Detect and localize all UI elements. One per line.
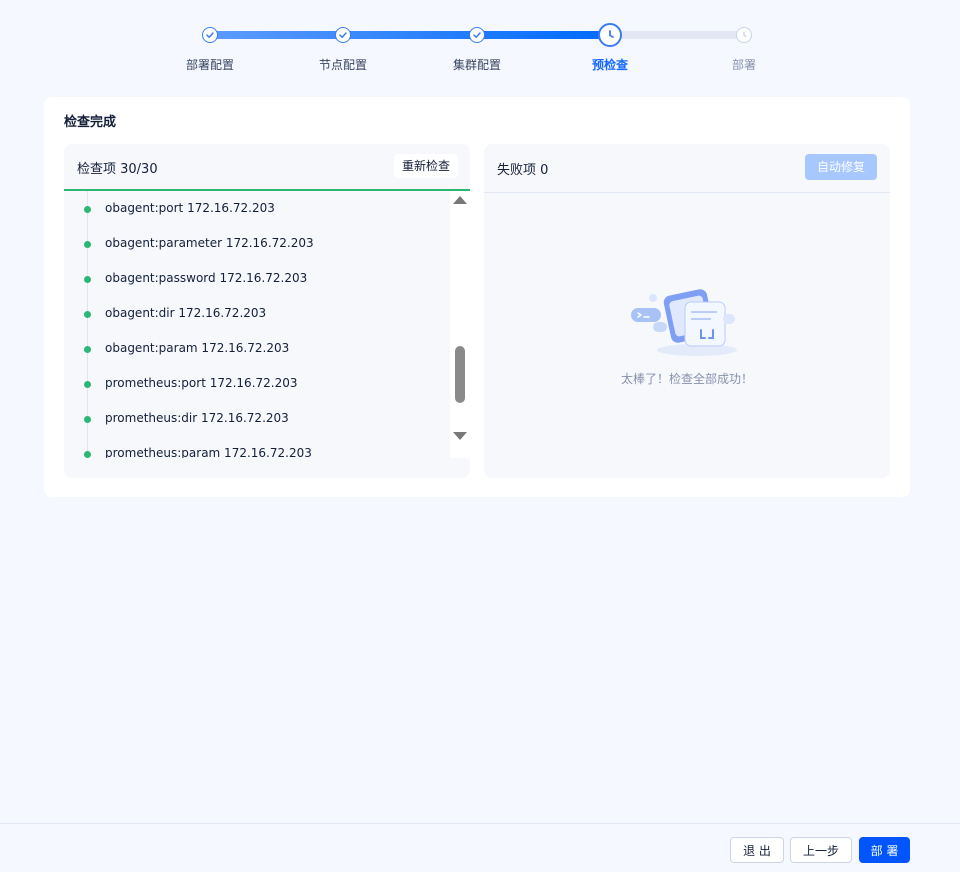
- check-item-text: obagent:port 172.16.72.203: [105, 201, 275, 215]
- failed-items-panel: 失败项 0 自动修复 太棒了！检查全部成功！: [484, 144, 890, 478]
- progress-track-completed: [210, 31, 610, 39]
- step-progress: 部署配置 节点配置 集群配置 预检查 部署: [0, 0, 960, 90]
- list-item: prometheus:port 172.16.72.203: [64, 374, 450, 394]
- step-label-deploy-config: 部署配置: [185, 58, 234, 72]
- success-dot-icon: [84, 416, 91, 423]
- success-dot-icon: [84, 451, 91, 458]
- exit-button[interactable]: 退 出: [730, 837, 784, 863]
- success-dot-icon: [84, 346, 91, 353]
- previous-step-button[interactable]: 上一步: [790, 837, 852, 863]
- header-divider: [484, 192, 890, 193]
- step-label-precheck: 预检查: [591, 58, 628, 72]
- check-item-text: prometheus:param 172.16.72.203: [105, 446, 312, 458]
- check-item-text: obagent:parameter 172.16.72.203: [105, 236, 314, 250]
- precheck-card: 检查完成 检查项 30/30 重新检查 obagent:port 172.16.…: [44, 97, 910, 497]
- clock-icon: [736, 27, 752, 43]
- check-items-panel: 检查项 30/30 重新检查 obagent:port 172.16.72.20…: [64, 144, 470, 478]
- step-label-deploy: 部署: [731, 58, 756, 72]
- list-item: obagent:port 172.16.72.203: [64, 199, 450, 219]
- success-illustration-icon: [631, 289, 737, 356]
- step-label-node-config: 节点配置: [318, 58, 367, 72]
- clock-icon: [598, 23, 622, 47]
- check-item-text: prometheus:dir 172.16.72.203: [105, 411, 289, 425]
- check-icon: [335, 27, 351, 43]
- check-item-text: obagent:password 172.16.72.203: [105, 271, 308, 285]
- success-dot-icon: [84, 311, 91, 318]
- check-item-text: obagent:param 172.16.72.203: [105, 341, 290, 355]
- scrollbar-thumb[interactable]: [455, 346, 465, 403]
- scroll-down-arrow-icon[interactable]: [453, 432, 467, 440]
- deploy-button[interactable]: 部 署: [859, 837, 910, 863]
- list-item: prometheus:dir 172.16.72.203: [64, 409, 450, 429]
- scrollbar[interactable]: [450, 191, 470, 458]
- card-title: 检查完成: [64, 115, 117, 130]
- check-items-list[interactable]: obagent:port 172.16.72.203 obagent:param…: [64, 191, 450, 458]
- list-item: prometheus:param 172.16.72.203: [64, 444, 450, 458]
- success-dot-icon: [84, 241, 91, 248]
- check-item-text: obagent:dir 172.16.72.203: [105, 306, 267, 320]
- progress-track-remaining: [610, 31, 744, 39]
- list-item: obagent:dir 172.16.72.203: [64, 304, 450, 324]
- failed-items-header: 失败项 0 自动修复: [484, 144, 890, 190]
- check-icon: [202, 27, 218, 43]
- auto-fix-button[interactable]: 自动修复: [805, 154, 877, 180]
- all-passed-message: 太棒了！检查全部成功！: [620, 372, 753, 386]
- step-label-cluster-config: 集群配置: [452, 58, 501, 72]
- check-items-header: 检查项 30/30 重新检查: [64, 144, 470, 190]
- check-icon: [469, 27, 485, 43]
- list-item: obagent:parameter 172.16.72.203: [64, 234, 450, 254]
- list-item: obagent:param 172.16.72.203: [64, 339, 450, 359]
- check-items-title: 检查项 30/30: [77, 162, 158, 177]
- list-item: obagent:password 172.16.72.203: [64, 269, 450, 289]
- footer-bar: 退 出 上一步 部 署: [0, 823, 960, 872]
- success-dot-icon: [84, 381, 91, 388]
- scroll-up-arrow-icon[interactable]: [453, 196, 467, 204]
- success-dot-icon: [84, 276, 91, 283]
- failed-items-title: 失败项 0: [497, 163, 549, 178]
- success-dot-icon: [84, 206, 91, 213]
- check-item-text: prometheus:port 172.16.72.203: [105, 376, 298, 390]
- recheck-button[interactable]: 重新检查: [393, 154, 458, 178]
